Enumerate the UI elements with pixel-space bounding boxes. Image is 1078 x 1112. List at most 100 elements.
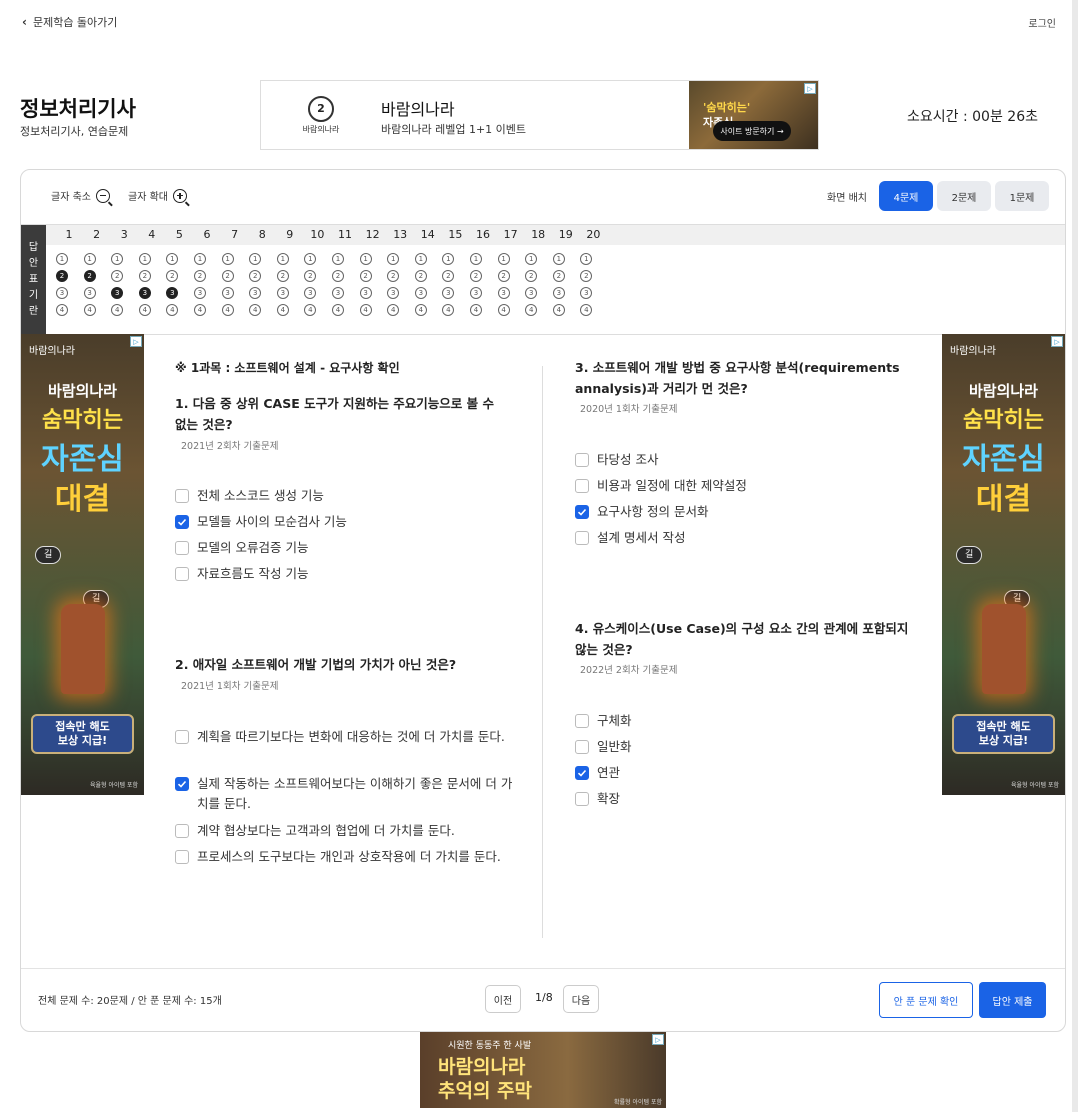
omr-bubble[interactable]: 3 (56, 287, 68, 299)
answer-option[interactable]: 실제 작동하는 소프트웨어보다는 이해하기 좋은 문서에 더 가치를 둔다. (175, 774, 515, 814)
option-checkbox[interactable] (575, 505, 589, 519)
omr-bubble[interactable]: 4 (304, 304, 317, 316)
omr-bubble[interactable]: 1 (442, 253, 455, 265)
omr-bubble[interactable]: 2 (138, 270, 151, 282)
adchoices-icon[interactable]: ▷ (130, 336, 142, 347)
omr-bubble[interactable]: 4 (525, 304, 538, 316)
omr-bubble[interactable]: 2 (332, 270, 344, 282)
omr-bubble[interactable]: 3 (497, 287, 510, 299)
omr-bubble[interactable]: 4 (276, 304, 289, 316)
option-checkbox[interactable] (175, 730, 189, 744)
option-checkbox[interactable] (575, 479, 589, 493)
option-checkbox[interactable] (175, 489, 189, 503)
omr-bubble[interactable]: 3 (166, 287, 179, 299)
omr-bubble[interactable]: 3 (221, 287, 234, 299)
bottom-ad[interactable]: 시원한 동동주 한 사발 바람의나라 추억의 주막 ▷ 확률형 아이템 포함 (420, 1032, 666, 1108)
omr-bubble[interactable]: 1 (525, 253, 538, 265)
omr-bubble[interactable]: 4 (580, 304, 593, 316)
omr-bubble[interactable]: 4 (138, 304, 151, 316)
omr-bubble[interactable]: 2 (166, 270, 179, 282)
omr-bubble[interactable]: 4 (470, 304, 482, 316)
omr-bubble[interactable]: 1 (56, 253, 68, 265)
omr-bubble[interactable]: 4 (166, 304, 179, 316)
zoom-in-button[interactable]: 글자 확대 (128, 188, 187, 203)
omr-bubble[interactable]: 3 (276, 287, 289, 299)
omr-bubble[interactable]: 1 (166, 253, 179, 265)
omr-bubble[interactable]: 1 (580, 253, 593, 265)
omr-bubble[interactable]: 3 (414, 287, 427, 299)
omr-bubble[interactable]: 1 (552, 253, 565, 265)
omr-bubble[interactable]: 4 (249, 304, 262, 316)
ad-cta[interactable]: 접속만 해도 보상 지급! (952, 714, 1055, 754)
omr-bubble[interactable]: 1 (83, 253, 96, 265)
option-checkbox[interactable] (575, 453, 589, 467)
omr-bubble[interactable]: 2 (470, 270, 482, 282)
omr-bubble[interactable]: 2 (194, 270, 206, 282)
omr-bubble[interactable]: 4 (414, 304, 427, 316)
omr-bubble[interactable]: 1 (276, 253, 289, 265)
adchoices-icon[interactable]: ▷ (652, 1034, 664, 1045)
omr-bubble[interactable]: 2 (276, 270, 289, 282)
omr-bubble[interactable]: 2 (580, 270, 593, 282)
omr-bubble[interactable]: 2 (221, 270, 234, 282)
answer-option[interactable]: 요구사항 정의 문서화 (575, 502, 915, 522)
omr-bubble[interactable]: 2 (111, 270, 124, 282)
answer-option[interactable]: 모델들 사이의 모순검사 기능 (175, 512, 515, 532)
option-checkbox[interactable] (575, 792, 589, 806)
ad-cta[interactable]: 접속만 해도 보상 지급! (31, 714, 134, 754)
omr-bubble[interactable]: 4 (497, 304, 510, 316)
adchoices-icon[interactable]: ▷ (1051, 336, 1063, 347)
answer-option[interactable]: 계약 협상보다는 고객과의 협업에 더 가치를 둔다. (175, 821, 515, 841)
adchoices-icon[interactable]: ▷ (804, 83, 816, 94)
page-scrollbar[interactable] (1072, 0, 1078, 1112)
banner-ad[interactable]: 2 바람의나라 바람의나라 바람의나라 레벨업 1+1 이벤트 '숨막히는' 자… (260, 80, 819, 150)
omr-bubble[interactable]: 2 (359, 270, 372, 282)
ad-image[interactable]: '숨막히는' 자존심 사이트 방문하기 → ▷ (689, 81, 818, 149)
omr-bubble[interactable]: 2 (387, 270, 400, 282)
answer-option[interactable]: 프로세스의 도구보다는 개인과 상호작용에 더 가치를 둔다. (175, 847, 515, 867)
option-checkbox[interactable] (175, 824, 189, 838)
omr-bubble[interactable]: 3 (525, 287, 538, 299)
omr-bubble[interactable]: 1 (221, 253, 234, 265)
omr-bubble[interactable]: 3 (442, 287, 455, 299)
omr-bubble[interactable]: 3 (138, 287, 151, 299)
omr-bubble[interactable]: 3 (387, 287, 400, 299)
omr-bubble[interactable]: 3 (552, 287, 565, 299)
omr-bubble[interactable]: 1 (359, 253, 372, 265)
omr-bubble[interactable]: 3 (194, 287, 206, 299)
omr-bubble[interactable]: 2 (525, 270, 538, 282)
omr-bubble[interactable]: 4 (56, 304, 68, 316)
unsolved-check-button[interactable]: 안 푼 문제 확인 (879, 982, 973, 1018)
omr-bubble[interactable]: 2 (56, 270, 68, 282)
answer-option[interactable]: 설계 명세서 작성 (575, 528, 915, 548)
omr-bubble[interactable]: 2 (304, 270, 317, 282)
omr-bubble[interactable]: 1 (332, 253, 344, 265)
omr-bubble[interactable]: 2 (552, 270, 565, 282)
omr-bubble[interactable]: 4 (221, 304, 234, 316)
omr-bubble[interactable]: 2 (414, 270, 427, 282)
omr-bubble[interactable]: 2 (83, 270, 96, 282)
omr-bubble[interactable]: 1 (249, 253, 262, 265)
next-button[interactable]: 다음 (563, 985, 599, 1013)
zoom-out-button[interactable]: 글자 축소 (51, 188, 110, 203)
option-checkbox[interactable] (175, 541, 189, 555)
omr-bubble[interactable]: 1 (470, 253, 482, 265)
omr-bubble[interactable]: 4 (387, 304, 400, 316)
omr-bubble[interactable]: 2 (497, 270, 510, 282)
omr-bubble[interactable]: 4 (194, 304, 206, 316)
omr-bubble[interactable]: 3 (332, 287, 344, 299)
omr-bubble[interactable]: 3 (249, 287, 262, 299)
option-checkbox[interactable] (575, 740, 589, 754)
omr-bubble[interactable]: 1 (194, 253, 206, 265)
answer-option[interactable]: 모델의 오류검증 기능 (175, 538, 515, 558)
omr-bubble[interactable]: 4 (83, 304, 96, 316)
omr-bubble[interactable]: 1 (497, 253, 510, 265)
answer-option[interactable]: 타당성 조사 (575, 450, 915, 470)
option-checkbox[interactable] (575, 714, 589, 728)
omr-bubble[interactable]: 3 (111, 287, 124, 299)
right-side-ad[interactable]: 바람의나라 ▷ 바람의나라 숨막히는 자존심 대결 길 길 접속만 해도 보상 지… (942, 334, 1065, 795)
omr-bubble[interactable]: 4 (552, 304, 565, 316)
omr-bubble[interactable]: 1 (138, 253, 151, 265)
omr-bubble[interactable]: 1 (414, 253, 427, 265)
option-checkbox[interactable] (175, 515, 189, 529)
